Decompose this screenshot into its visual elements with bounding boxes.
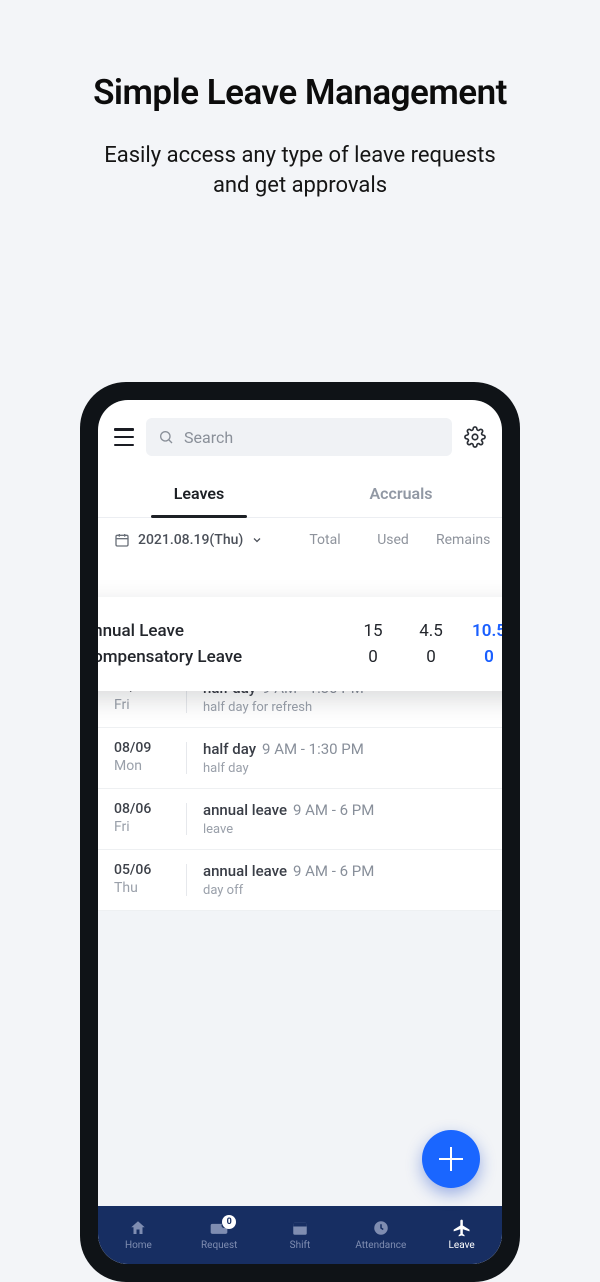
row-time: 9 AM - 6 PM [293, 801, 374, 819]
nav-leave[interactable]: Leave [421, 1206, 502, 1264]
balance-popover: Annual Leave 15 4.5 10.5 Compensatory Le… [98, 597, 502, 691]
col-remains: Remains [436, 532, 486, 548]
settings-button[interactable] [462, 424, 488, 450]
row-dow: Fri [114, 697, 170, 713]
row-date: 05/06 [114, 862, 170, 878]
gear-icon [464, 426, 486, 448]
leave-list: 08/13Fri half day9 AM - 1:30 PM half day… [98, 666, 502, 911]
balance-label: Compensatory Leave [98, 647, 344, 667]
bottom-nav: Home 0 Request Shift Attendance Leave [98, 1206, 502, 1264]
row-note: half day [203, 761, 486, 776]
nav-label: Attendance [355, 1240, 406, 1251]
search-input[interactable]: Search [146, 418, 452, 456]
phone-screen: Search Leaves Accruals 2021.08.19(Thu) T… [98, 400, 502, 1264]
balance-total: 15 [344, 621, 402, 641]
row-note: day off [203, 883, 486, 898]
row-type: annual leave [203, 801, 287, 819]
request-badge: 0 [222, 1215, 236, 1229]
home-icon [129, 1219, 147, 1237]
plane-icon [452, 1218, 472, 1238]
promo-subtitle-line1: Easily access any type of leave requests [104, 143, 496, 168]
summary-columns: Total Used Remains [300, 532, 486, 548]
row-date: 08/09 [114, 740, 170, 756]
row-dow: Thu [114, 880, 170, 896]
leave-row[interactable]: 05/06 Thu annual leave 9 AM - 6 PM day off [98, 850, 502, 911]
leave-row[interactable]: 08/06 Fri annual leave 9 AM - 6 PM leave [98, 789, 502, 850]
nav-label: Leave [449, 1240, 475, 1251]
nav-shift[interactable]: Shift [260, 1206, 341, 1264]
balance-label: Annual Leave [98, 621, 344, 641]
search-placeholder: Search [184, 428, 233, 447]
menu-icon[interactable] [112, 428, 136, 446]
balance-remains: 0 [460, 647, 502, 667]
calendar-icon [114, 532, 130, 548]
balance-row[interactable]: Annual Leave 15 4.5 10.5 [98, 621, 502, 641]
nav-label: Request [201, 1240, 237, 1251]
balance-row[interactable]: Compensatory Leave 0 0 0 [98, 647, 502, 667]
promo-title: Simple Leave Management [0, 72, 600, 113]
phone-frame: Search Leaves Accruals 2021.08.19(Thu) T… [80, 382, 520, 1282]
add-button[interactable] [422, 1130, 480, 1188]
promo-subtitle: Easily access any type of leave requests… [0, 141, 600, 200]
balance-used: 4.5 [402, 621, 460, 641]
row-type: half day [203, 740, 256, 758]
tab-leaves[interactable]: Leaves [98, 470, 300, 517]
row-note: half day for refresh [203, 700, 486, 715]
selected-date: 2021.08.19(Thu) [138, 532, 243, 548]
row-type: annual leave [203, 862, 287, 880]
row-note: leave [203, 822, 486, 837]
row-dow: Fri [114, 819, 170, 835]
summary-header: 2021.08.19(Thu) Total Used Remains [98, 518, 502, 558]
tab-bar: Leaves Accruals [98, 470, 502, 518]
chevron-down-icon [251, 534, 263, 546]
col-used: Used [368, 532, 418, 548]
promo-subtitle-line2: and get approvals [213, 173, 387, 198]
balance-used: 0 [402, 647, 460, 667]
row-time: 9 AM - 6 PM [293, 862, 374, 880]
nav-label: Shift [290, 1240, 311, 1251]
nav-label: Home [125, 1240, 152, 1251]
clock-icon [372, 1219, 390, 1237]
row-date: 08/06 [114, 801, 170, 817]
row-time: 9 AM - 1:30 PM [262, 740, 364, 758]
col-total: Total [300, 532, 350, 548]
nav-home[interactable]: Home [98, 1206, 179, 1264]
balance-remains: 10.5 [460, 621, 502, 641]
shift-icon [291, 1219, 309, 1237]
search-icon [158, 429, 174, 445]
nav-request[interactable]: 0 Request [179, 1206, 260, 1264]
leave-row[interactable]: 08/09 Mon half day 9 AM - 1:30 PM half day [98, 728, 502, 789]
date-selector[interactable]: 2021.08.19(Thu) [114, 532, 263, 548]
nav-attendance[interactable]: Attendance [340, 1206, 421, 1264]
tab-accruals[interactable]: Accruals [300, 470, 502, 517]
row-dow: Mon [114, 758, 170, 774]
balance-total: 0 [344, 647, 402, 667]
top-bar: Search [98, 400, 502, 470]
